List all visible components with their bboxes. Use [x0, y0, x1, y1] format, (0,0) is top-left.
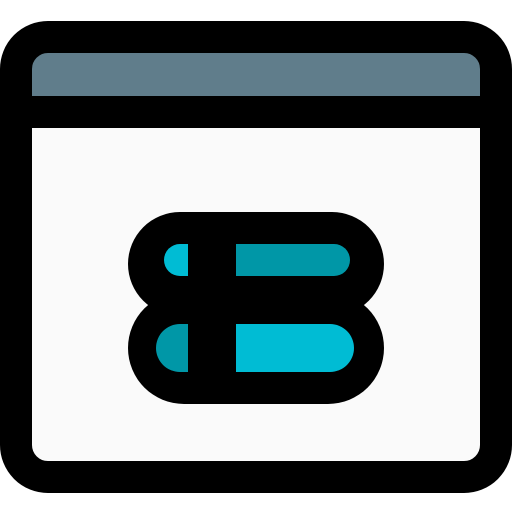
browser-window-list-icon [0, 0, 512, 512]
list-row1-line [236, 244, 350, 276]
icon-svg [0, 21, 512, 493]
list-row2-line [236, 324, 354, 372]
list-glyph [128, 212, 384, 404]
